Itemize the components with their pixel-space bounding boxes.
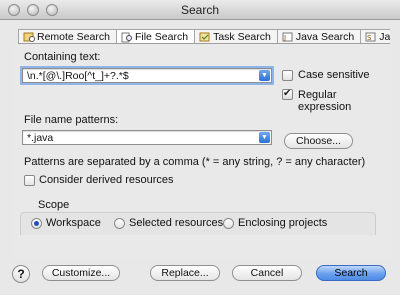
replace-button[interactable]: Replace... xyxy=(150,265,220,281)
help-icon[interactable]: ? xyxy=(12,265,30,283)
java-search-icon: J xyxy=(282,32,294,43)
title-bar: Search xyxy=(0,0,400,20)
containing-text-value: \n.*[@\.]Roo[^t_]+?.*$ xyxy=(27,70,129,82)
scope-label: Scope xyxy=(38,199,70,211)
containing-text-label: Containing text: xyxy=(24,51,101,63)
task-search-icon xyxy=(199,32,211,43)
javascript-search-icon: S xyxy=(365,32,377,43)
remote-search-icon xyxy=(23,32,35,43)
scope-group: Workspace Selected resources Enclosing p… xyxy=(20,212,376,235)
window-title: Search xyxy=(180,3,220,17)
case-sensitive-label: Case sensitive xyxy=(298,69,370,81)
regular-expression-label: Regular expression xyxy=(298,89,352,113)
scope-selected-resources-label: Selected resources xyxy=(129,217,224,229)
scope-workspace-label: Workspace xyxy=(46,217,101,229)
chevron-down-icon[interactable]: ▼ xyxy=(259,70,270,81)
chevron-down-icon[interactable]: ▼ xyxy=(259,132,270,143)
patterns-hint: Patterns are separated by a comma (* = a… xyxy=(24,156,366,168)
search-tabs: Remote Search File Search Task Search J … xyxy=(18,29,390,44)
tab-task-search[interactable]: Task Search xyxy=(194,29,278,43)
choose-button[interactable]: Choose... xyxy=(284,133,353,149)
scope-selected-resources-radio[interactable] xyxy=(114,218,125,229)
scope-enclosing-projects-radio[interactable] xyxy=(223,218,234,229)
file-name-patterns-value: *.java xyxy=(27,132,54,144)
svg-text:S: S xyxy=(367,34,372,42)
consider-derived-checkbox[interactable] xyxy=(24,175,35,186)
scope-workspace-radio[interactable] xyxy=(31,218,42,229)
search-button[interactable]: Search xyxy=(316,265,386,281)
scope-enclosing-projects-label: Enclosing projects xyxy=(238,217,328,229)
file-name-patterns-field[interactable]: *.java ▼ xyxy=(22,130,272,145)
case-sensitive-checkbox[interactable] xyxy=(282,70,293,81)
consider-derived-label: Consider derived resources xyxy=(39,174,174,186)
file-search-icon xyxy=(121,32,133,43)
cancel-button[interactable]: Cancel xyxy=(232,265,302,281)
svg-text:J: J xyxy=(283,34,286,42)
containing-text-field[interactable]: \n.*[@\.]Roo[^t_]+?.*$ ▼ xyxy=(20,66,274,85)
regular-expression-checkbox[interactable] xyxy=(282,88,293,100)
customize-button[interactable]: Customize... xyxy=(42,265,120,281)
tab-remote-search[interactable]: Remote Search xyxy=(18,29,117,43)
file-name-patterns-label: File name patterns: xyxy=(24,114,119,126)
tab-javascript-search[interactable]: S JavaS xyxy=(360,29,390,43)
tab-java-search[interactable]: J Java Search xyxy=(276,29,362,43)
tab-file-search[interactable]: File Search xyxy=(115,29,196,43)
